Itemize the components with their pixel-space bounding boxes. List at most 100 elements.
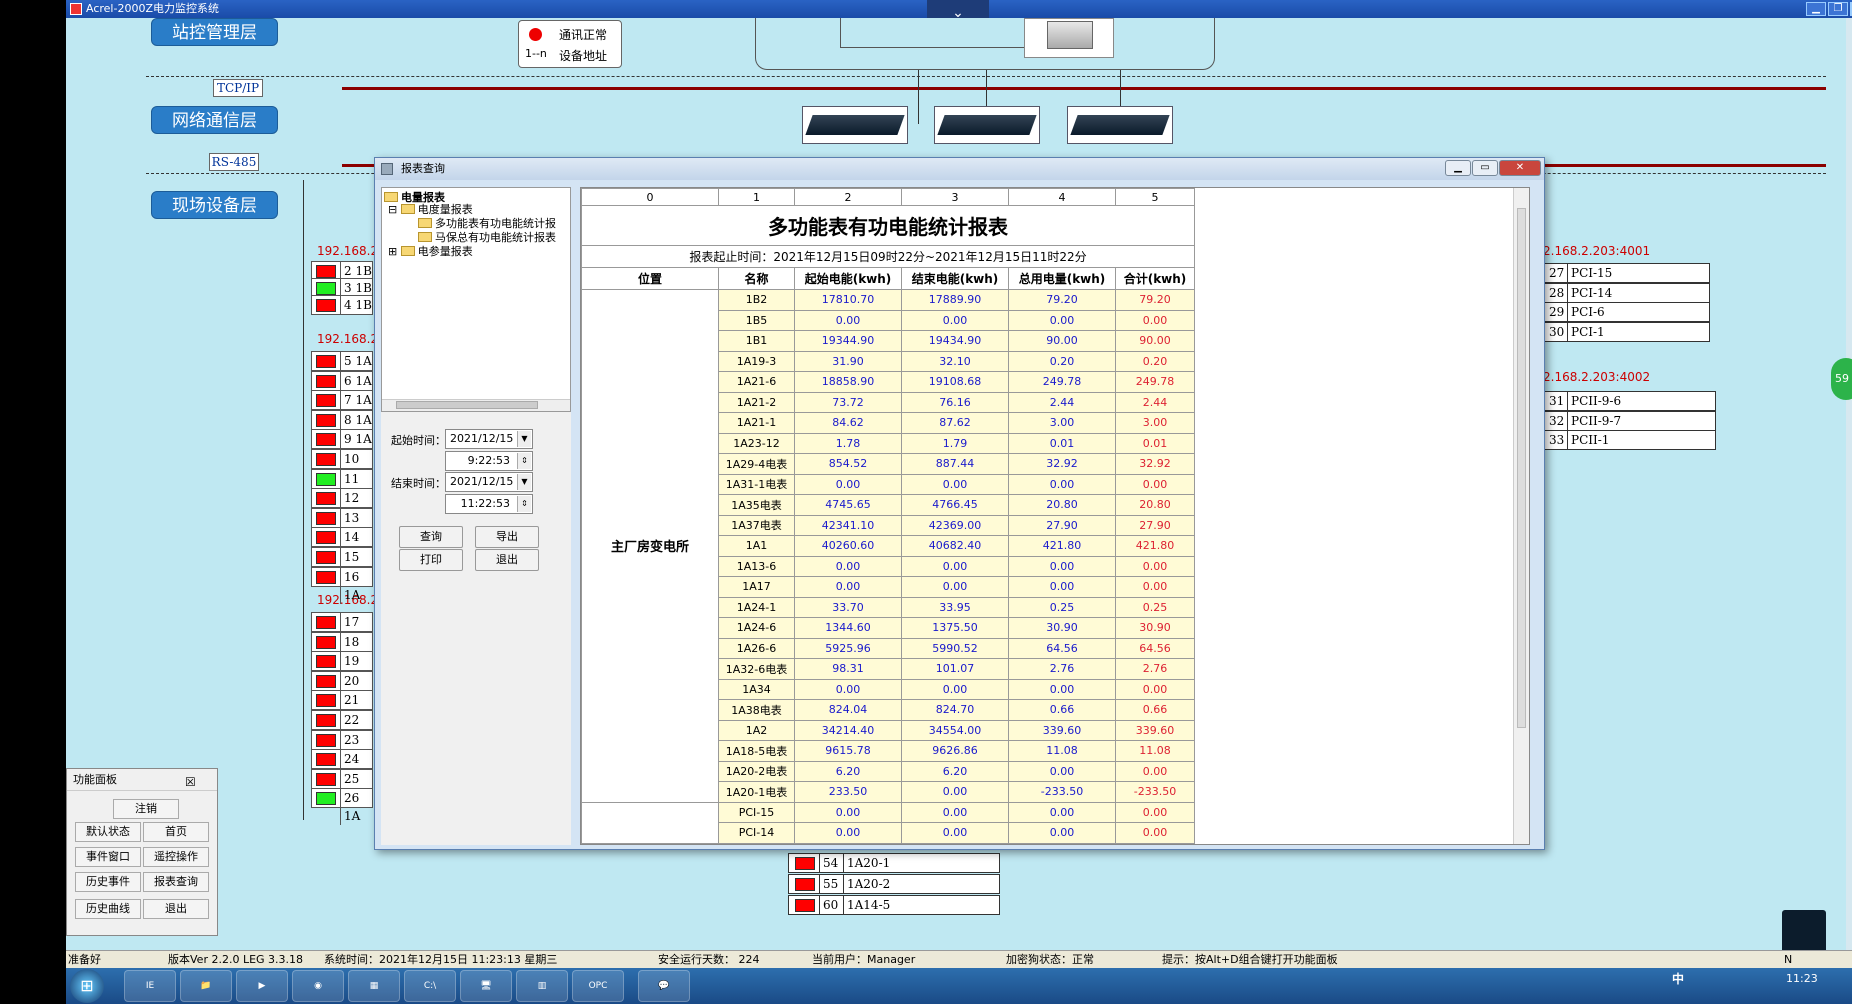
device-status-indicator xyxy=(795,899,815,912)
taskbar-chrome-icon[interactable]: ◉ xyxy=(292,970,344,1002)
function-panel: 功能面板 ☒ 注销 默认状态 首页 事件窗口 遥控操作 历史事件 报表查询 历史… xyxy=(66,768,218,936)
dialog-close-button[interactable]: ✕ xyxy=(1499,160,1541,176)
tree-node-energy[interactable]: ⊟ 电度量报表 xyxy=(388,203,473,217)
row-name: 1A35电表 xyxy=(718,494,795,516)
device-row[interactable]: 20 1A xyxy=(311,670,373,708)
device-row[interactable]: 17 1A xyxy=(311,612,373,649)
remote-control-button[interactable]: 遥控操作 xyxy=(143,847,209,867)
start-time-spinner[interactable]: 9:22:53 ⇕ xyxy=(445,451,533,471)
logout-button[interactable]: 注销 xyxy=(113,799,179,819)
device-row[interactable]: 23 1A xyxy=(311,729,373,767)
device-row[interactable]: 6 1A xyxy=(311,370,373,391)
grid-vertical-scrollbar[interactable] xyxy=(1513,188,1529,844)
folder-icon xyxy=(418,232,432,242)
side-badge[interactable]: 59 xyxy=(1831,358,1852,400)
status-systime: 系统时间：2021年12月15日 11:23:13 星期三 xyxy=(324,953,558,966)
exit-button[interactable]: 退出 xyxy=(143,899,209,919)
device-row[interactable]: 5 1A xyxy=(311,351,373,371)
device-row[interactable]: 27 PCI-15 xyxy=(1537,263,1710,283)
device-number: 55 xyxy=(819,875,838,893)
spinner-icon[interactable]: ⇕ xyxy=(517,453,531,469)
device-label: 16 1A xyxy=(340,567,372,604)
column-index[interactable]: 1 xyxy=(718,188,795,206)
column-index[interactable]: 2 xyxy=(794,188,902,206)
export-button[interactable]: 导出 xyxy=(475,526,539,548)
device-row[interactable]: 18 1A xyxy=(311,631,373,669)
end-time-spinner[interactable]: 11:22:53 ⇕ xyxy=(445,494,533,514)
event-window-button[interactable]: 事件窗口 xyxy=(75,847,141,867)
taskbar-opc-icon[interactable]: OPC xyxy=(572,970,624,1002)
query-button[interactable]: 查询 xyxy=(399,526,463,548)
device-row[interactable]: 22 1A xyxy=(311,710,373,747)
default-state-button[interactable]: 默认状态 xyxy=(75,822,141,842)
device-row[interactable]: 21 1A xyxy=(311,690,373,728)
device-row[interactable]: 24 1A xyxy=(311,749,373,787)
start-date-picker[interactable]: 2021/12/15 ▼ xyxy=(445,429,533,449)
device-row[interactable]: 55 1A20-2 xyxy=(788,874,1000,894)
device-row[interactable]: 32 PCII-9-7 xyxy=(1537,410,1716,431)
device-status-indicator xyxy=(316,616,336,629)
dropdown-arrow-icon[interactable]: ▼ xyxy=(517,474,531,490)
tree-node-multifunction[interactable]: 多功能表有功电能统计报 xyxy=(418,217,556,231)
tree-horizontal-scrollbar[interactable] xyxy=(382,399,570,411)
device-row[interactable]: 4 1B xyxy=(311,295,373,316)
device-row[interactable]: 31 PCII-9-6 xyxy=(1537,391,1716,411)
device-row[interactable]: 8 1A xyxy=(311,409,373,430)
start-button[interactable]: ⊞ xyxy=(70,969,104,1003)
spinner-icon[interactable]: ⇕ xyxy=(517,496,531,512)
column-index[interactable]: 0 xyxy=(581,188,719,206)
taskbar-monitor-icon[interactable]: 🖥 xyxy=(460,970,512,1002)
device-row[interactable]: 54 1A20-1 xyxy=(788,853,1000,873)
ime-indicator[interactable]: 中 xyxy=(1672,970,1684,987)
tree-node-params[interactable]: ⊞ 电参量报表 xyxy=(388,245,473,259)
device-row[interactable]: 7 1A xyxy=(311,390,373,411)
row-end-energy: 0.00 xyxy=(901,473,1009,495)
dialog-minimize-button[interactable]: ▁ xyxy=(1445,160,1471,176)
tree-node-protection[interactable]: 马保总有功电能统计报表 xyxy=(418,231,556,245)
row-sum: 0.00 xyxy=(1115,555,1195,577)
column-index[interactable]: 3 xyxy=(901,188,1009,206)
legend-addr-prefix: 1--n xyxy=(525,47,547,60)
device-row[interactable]: 29 PCI-6 xyxy=(1537,302,1710,322)
device-status-indicator xyxy=(795,857,815,870)
device-row[interactable]: 25 1A xyxy=(311,768,373,806)
device-row[interactable]: 13 1A xyxy=(311,507,373,545)
taskbar-wechat-icon[interactable]: 💬 xyxy=(638,970,690,1002)
device-row[interactable]: 11 1A xyxy=(311,468,373,506)
device-row[interactable]: 30 PCI-1 xyxy=(1537,321,1710,342)
device-row[interactable]: 15 1A xyxy=(311,547,373,584)
taskbar-cmd-icon[interactable]: C:\ xyxy=(404,970,456,1002)
end-date-picker[interactable]: 2021/12/15 ▼ xyxy=(445,472,533,492)
taskbar-ie-icon[interactable]: IE xyxy=(124,970,176,1002)
column-index[interactable]: 5 xyxy=(1115,188,1195,206)
device-row[interactable]: 10 1A xyxy=(311,449,373,486)
print-button[interactable]: 打印 xyxy=(399,549,463,571)
taskbar-app-icon[interactable]: ▦ xyxy=(348,970,400,1002)
device-row[interactable]: 26 1A xyxy=(311,788,373,826)
device-row[interactable]: 14 1A xyxy=(311,527,373,565)
history-events-button[interactable]: 历史事件 xyxy=(75,872,141,892)
column-index[interactable]: 4 xyxy=(1008,188,1116,206)
device-row[interactable]: 9 1A xyxy=(311,429,373,450)
device-row[interactable]: 28 PCI-14 xyxy=(1537,282,1710,303)
home-button[interactable]: 首页 xyxy=(143,822,209,842)
exit-dialog-button[interactable]: 退出 xyxy=(475,549,539,571)
dropdown-arrow-icon[interactable]: ▼ xyxy=(517,431,531,447)
panel-close-icon[interactable]: ☒ xyxy=(185,771,196,793)
device-row[interactable]: 19 1A xyxy=(311,651,373,689)
scroll-thumb[interactable] xyxy=(1517,208,1526,728)
taskbar-explorer-icon[interactable]: 📁 xyxy=(180,970,232,1002)
dialog-maximize-button[interactable]: ▭ xyxy=(1472,160,1498,176)
row-end-energy: 824.70 xyxy=(901,699,1009,721)
taskbar-app-icon[interactable]: ▥ xyxy=(516,970,568,1002)
device-row[interactable]: 12 1A xyxy=(311,488,373,526)
device-row[interactable]: 33 PCII-1 xyxy=(1537,430,1716,450)
history-curve-button[interactable]: 历史曲线 xyxy=(75,899,141,919)
report-query-button[interactable]: 报表查询 xyxy=(143,872,209,892)
device-row[interactable]: 60 1A14-5 xyxy=(788,895,1000,915)
taskbar-media-icon[interactable]: ▶ xyxy=(236,970,288,1002)
maximize-button[interactable]: ❐ xyxy=(1828,2,1848,16)
taskbar-clock[interactable]: 11:23 xyxy=(1786,972,1818,985)
device-row[interactable]: 16 1A xyxy=(311,566,373,604)
minimize-button[interactable]: ▁ xyxy=(1806,2,1826,16)
